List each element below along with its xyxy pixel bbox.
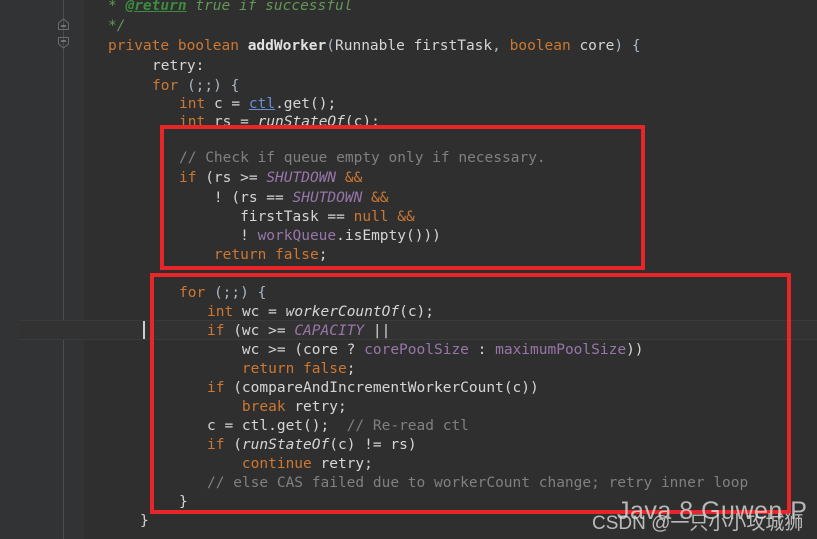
code-line-javadoc-end: */ xyxy=(108,18,126,34)
watermark-author: CSDN @一只小小攻城狮 xyxy=(592,513,804,534)
highlight-rect-worker-count-loop xyxy=(150,273,791,514)
code-line-int-c: int c = ctl.get(); xyxy=(179,96,337,112)
highlight-rect-shutdown-check xyxy=(160,125,645,270)
code-line-outer-for: for (;;) { xyxy=(152,78,240,94)
code-editor-screenshot: * @return true if successful */ private … xyxy=(0,0,817,539)
code-line-javadoc-return: * @return true if successful xyxy=(108,0,353,14)
code-line-retry-label: retry: xyxy=(152,58,205,74)
code-line-method-signature: private boolean addWorker(Runnable first… xyxy=(108,38,641,54)
